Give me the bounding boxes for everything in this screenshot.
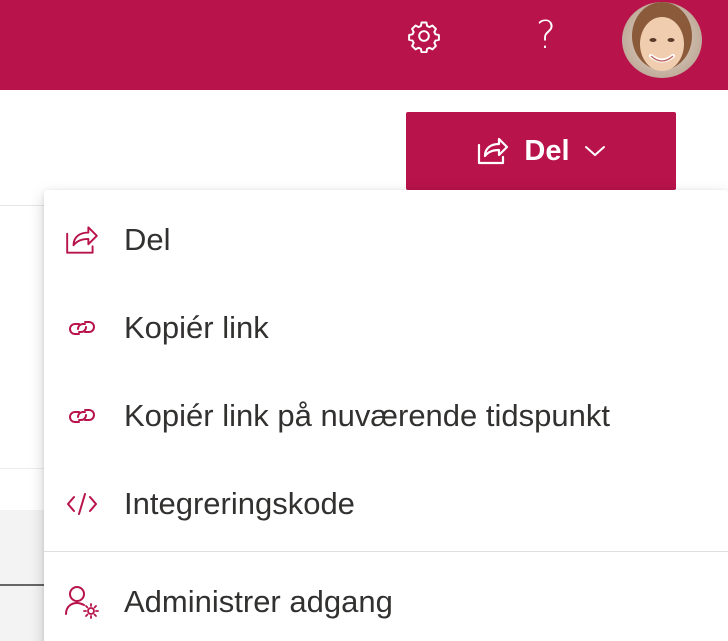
menu-item-manage-access[interactable]: Administrer adgang — [44, 560, 728, 641]
link-icon — [62, 308, 102, 348]
share-icon — [62, 220, 102, 260]
menu-separator — [44, 551, 728, 552]
menu-item-label: Administrer adgang — [124, 584, 393, 619]
share-button-label: Del — [524, 134, 570, 167]
top-header-bar: ? — [0, 0, 728, 90]
help-button[interactable]: ? — [524, 10, 568, 60]
chevron-down-icon — [584, 146, 605, 157]
background-panel — [0, 510, 44, 641]
embed-code-icon — [62, 484, 102, 524]
menu-item-share[interactable]: Del — [44, 198, 728, 282]
link-icon — [62, 396, 102, 436]
help-icon: ? — [535, 13, 557, 57]
menu-item-embed-code[interactable]: Integreringskode — [44, 462, 728, 546]
settings-button[interactable] — [402, 14, 446, 58]
menu-item-copy-link[interactable]: Kopiér link — [44, 286, 728, 370]
gear-icon — [408, 21, 440, 53]
menu-item-copy-link-snapshot[interactable]: Kopiér link på nuværende tidspunkt — [44, 374, 728, 458]
share-icon — [478, 137, 509, 165]
menu-item-label: Kopiér link — [124, 310, 269, 345]
menu-item-label: Del — [124, 222, 171, 257]
page: ? Del Del Kopiér link Kopiér link på nuv… — [0, 0, 728, 641]
user-avatar[interactable] — [622, 2, 702, 78]
avatar-photo — [622, 2, 702, 78]
menu-item-label: Integreringskode — [124, 486, 355, 521]
share-button[interactable]: Del — [406, 112, 676, 190]
manage-access-icon — [62, 582, 102, 622]
share-menu: Del Kopiér link Kopiér link på nuværende… — [44, 190, 728, 641]
background-underline — [0, 584, 44, 586]
menu-item-label: Kopiér link på nuværende tidspunkt — [124, 398, 610, 433]
